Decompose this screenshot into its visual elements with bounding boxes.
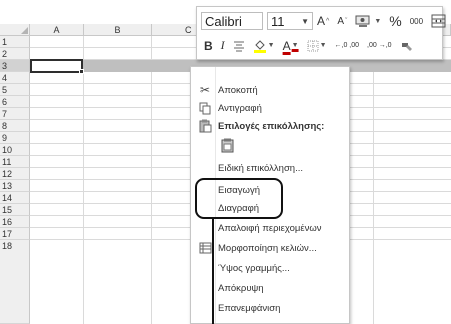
row-header-12[interactable]: 12 [0, 168, 30, 180]
row-header-11[interactable]: 11 [0, 156, 30, 168]
column-header-b[interactable]: B [84, 24, 152, 36]
row-header-8[interactable]: 8 [0, 120, 30, 132]
menu-item-clear-contents[interactable]: Απαλοιφή περιεχομένων [191, 219, 349, 237]
menu-item-row-height[interactable]: Ύψος γραμμής... [191, 259, 349, 277]
row-header-17[interactable]: 17 [0, 228, 30, 240]
format-painter-button[interactable] [400, 39, 414, 53]
font-name-box[interactable]: Calibri [201, 12, 263, 30]
menu-item-paste-special[interactable]: Ειδική επικόλληση... [191, 159, 349, 177]
menu-item-unhide[interactable]: Επανεμφάνιση [191, 299, 349, 317]
row-header-6[interactable]: 6 [0, 96, 30, 108]
borders-button[interactable]: ▼ [307, 40, 327, 52]
row-header-18[interactable]: 18 [0, 240, 30, 324]
merge-cells-icon [431, 14, 446, 28]
font-size-box[interactable]: 11 ▼ [267, 12, 313, 30]
menu-item-cut[interactable]: ✂ Αποκοπή [191, 81, 349, 99]
callout-pointer-line [212, 219, 214, 324]
row-header-10[interactable]: 10 [0, 144, 30, 156]
row-header-1[interactable]: 1 [0, 36, 30, 48]
fill-color-button[interactable]: ▼ [253, 39, 275, 53]
menu-item-hide[interactable]: Απόκρυψη [191, 279, 349, 297]
caret-up-icon: ^ [326, 17, 330, 25]
row-header-5[interactable]: 5 [0, 84, 30, 96]
increase-font-size-button[interactable]: A ^ [317, 14, 329, 28]
merge-center-button[interactable] [431, 14, 446, 28]
mini-toolbar: Calibri 11 ▼ A^ Aˇ ▼ % 000 B I ▼ A▼ ▼ [196, 6, 446, 60]
font-name-value: Calibri [205, 13, 242, 29]
bold-button[interactable]: B [204, 39, 213, 53]
menu-item-format-cells[interactable]: Μορφοποίηση κελιών... [191, 239, 349, 257]
row-header-16[interactable]: 16 [0, 216, 30, 228]
format-cells-icon [197, 240, 213, 256]
caret-down-icon: ˇ [344, 17, 348, 25]
chevron-down-icon: ▼ [319, 42, 327, 49]
active-cell-a3[interactable] [30, 59, 83, 73]
row-header-14[interactable]: 14 [0, 192, 30, 204]
paint-bucket-icon [253, 39, 266, 53]
percent-style-button[interactable]: % [389, 13, 401, 29]
chevron-down-icon[interactable]: ▼ [301, 17, 309, 26]
chevron-down-icon: ▼ [374, 17, 382, 25]
increase-decimal-button[interactable]: ←,0 ,00 [335, 42, 360, 49]
highlight-callout [195, 178, 283, 219]
row-header-2[interactable]: 2 [0, 48, 30, 60]
number-format-button[interactable]: ▼ [355, 14, 381, 28]
align-center-button[interactable] [233, 40, 245, 52]
decrease-decimal-button[interactable]: ,00 →,0 [367, 42, 392, 49]
column-header-a[interactable]: A [30, 24, 84, 36]
chevron-down-icon: ▼ [291, 42, 299, 49]
italic-button[interactable]: I [221, 38, 225, 53]
font-size-value: 11 [271, 13, 285, 29]
copy-icon [197, 100, 213, 116]
font-color-button[interactable]: A ▼ [283, 39, 299, 53]
comma-style-button[interactable]: 000 [410, 17, 423, 26]
row-header-4[interactable]: 4 [0, 72, 30, 84]
borders-icon [307, 40, 319, 51]
row-header-3[interactable]: 3 [0, 60, 30, 72]
paste-icon [197, 118, 213, 134]
row-header-9[interactable]: 9 [0, 132, 30, 144]
fill-handle[interactable] [79, 69, 84, 74]
align-center-icon [233, 41, 244, 51]
paste-option-icon[interactable] [219, 137, 235, 153]
currency-format-icon [355, 15, 370, 27]
select-all-corner[interactable] [0, 24, 30, 36]
chevron-down-icon: ▼ [267, 42, 275, 49]
row-header-7[interactable]: 7 [0, 108, 30, 120]
menu-item-paste-option[interactable] [191, 135, 349, 155]
menu-item-copy[interactable]: Αντιγραφή [191, 99, 349, 117]
row-header-13[interactable]: 13 [0, 180, 30, 192]
format-painter-icon [401, 42, 412, 51]
scissors-icon: ✂ [199, 83, 211, 97]
menu-item-paste-options: Επιλογές επικόλλησης: [191, 117, 349, 135]
row-header-15[interactable]: 15 [0, 204, 30, 216]
decrease-font-size-button[interactable]: Aˇ [337, 16, 347, 27]
